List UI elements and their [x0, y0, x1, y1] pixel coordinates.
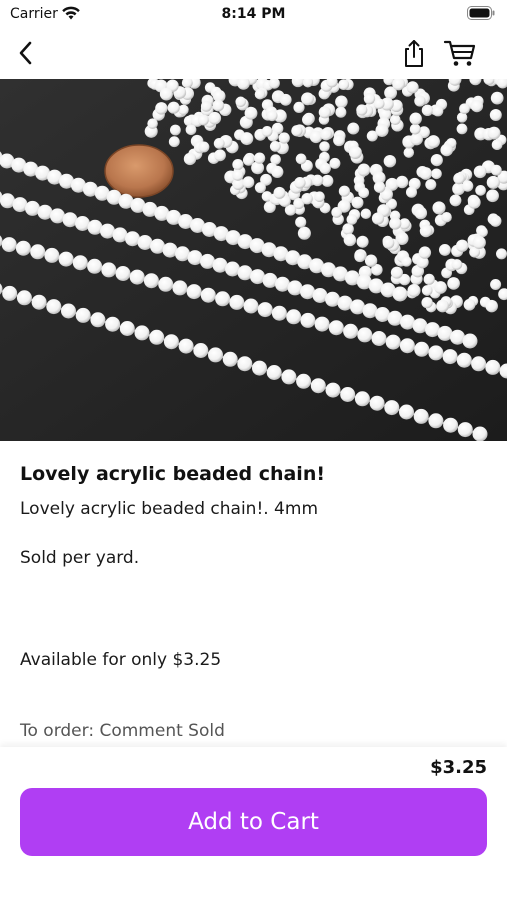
product-details: Lovely acrylic beaded chain! Lovely acry…: [0, 441, 507, 747]
purchase-panel: $3.25 Add to Cart: [0, 747, 507, 900]
description-line: Sold per yard.: [20, 548, 140, 568]
share-icon: [405, 40, 423, 67]
product-title: Lovely acrylic beaded chain!: [20, 463, 326, 485]
back-button[interactable]: [8, 36, 44, 70]
product-image: [0, 79, 507, 441]
navigation-bar: [0, 28, 507, 78]
chevron-left-icon: [19, 41, 32, 65]
description-line: Available for only $3.25: [20, 650, 222, 670]
cart-icon: [443, 40, 476, 66]
add-to-cart-button[interactable]: Add to Cart: [20, 788, 487, 856]
description-line: To order: Comment Sold: [20, 721, 225, 741]
status-time: 8:14 PM: [221, 6, 286, 22]
beaded-chain-photo: [0, 79, 507, 441]
product-price: $3.25: [430, 757, 487, 778]
status-bar: Carrier 8:14 PM: [0, 0, 507, 28]
description-line: Lovely acrylic beaded chain!. 4mm: [20, 499, 318, 519]
battery-icon: [467, 6, 495, 20]
share-button[interactable]: [396, 36, 432, 70]
penny-coin: [104, 144, 174, 198]
cart-button[interactable]: [442, 36, 478, 70]
